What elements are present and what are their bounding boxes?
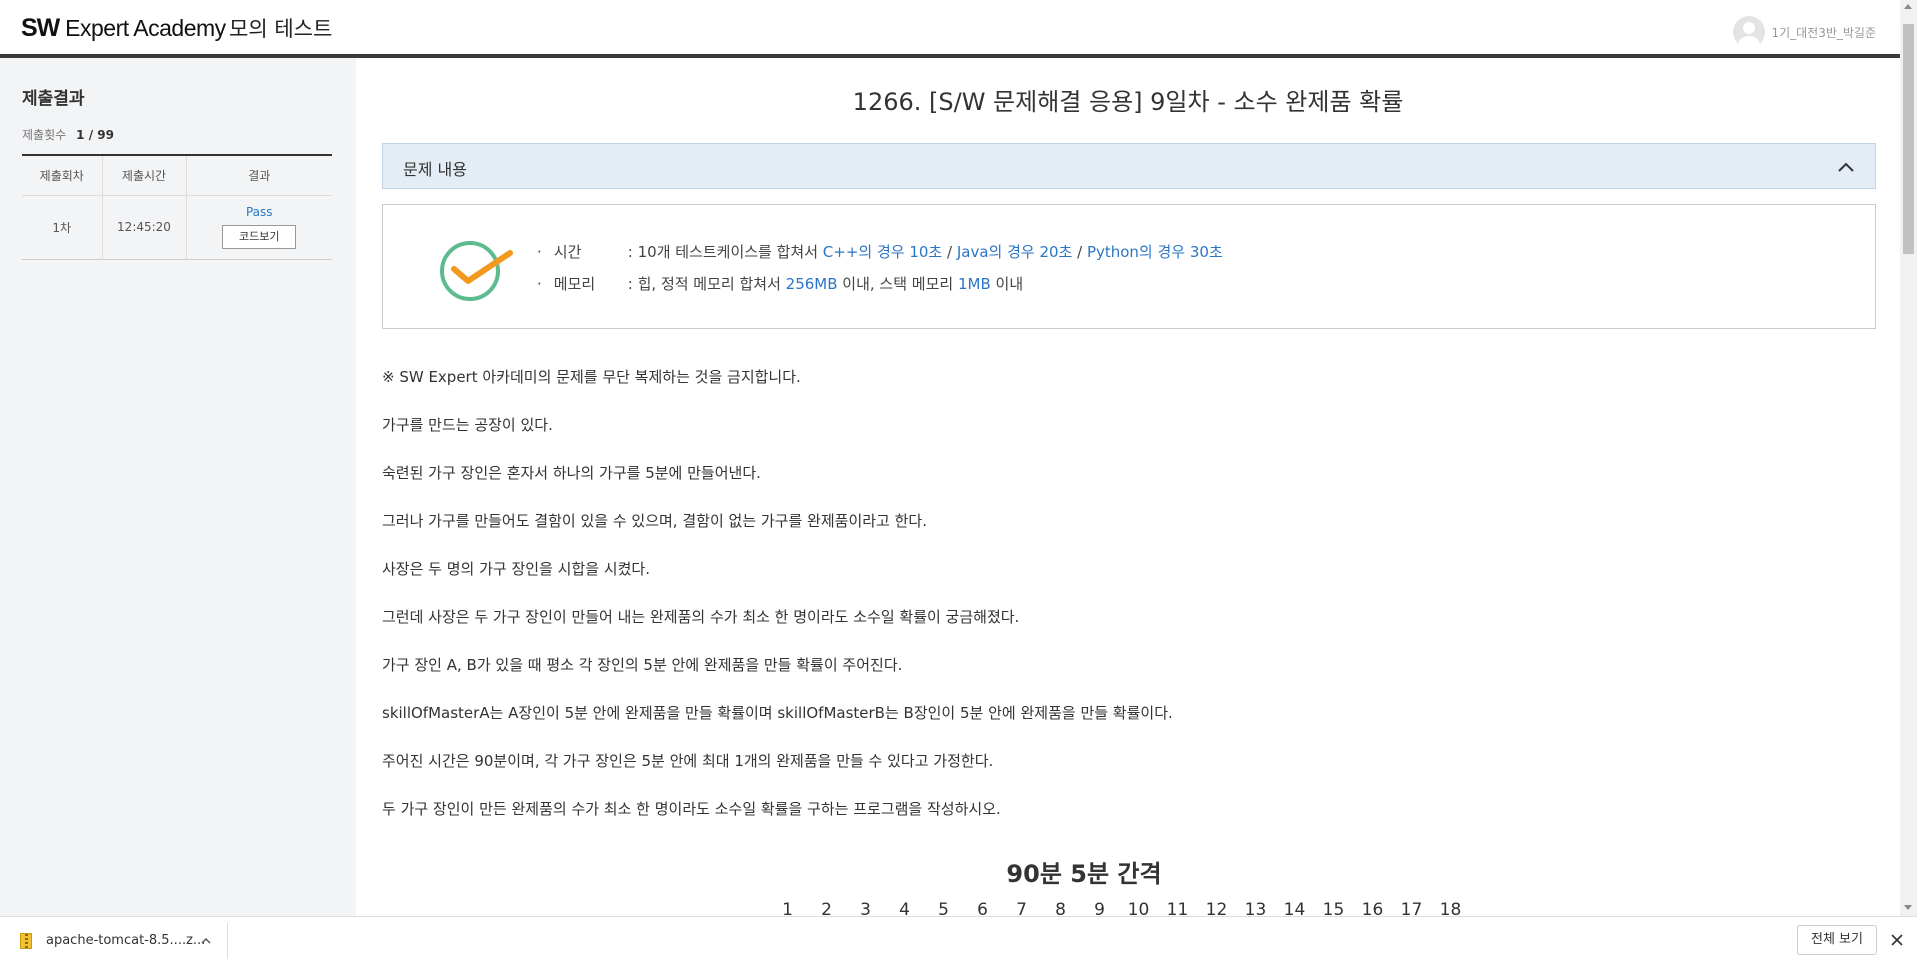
submission-sidebar: 제출결과 제출횟수 1 / 99 제출회차 제출시간 결과 1차 12:45:20… (0, 58, 356, 916)
submission-count: 제출횟수 1 / 99 (22, 128, 114, 142)
interval-number: 2 (821, 900, 832, 916)
problem-paragraph: 그런데 사장은 두 가구 장인이 만들어 내는 완제품의 수가 최소 한 명이라… (382, 608, 1020, 626)
interval-number: 4 (899, 900, 910, 916)
top-header: SW Expert Academy 모의 테스트 1기_대전3반_박길준 (0, 0, 1900, 58)
interval-number: 6 (977, 900, 988, 916)
avatar (1733, 16, 1766, 48)
scroll-up-icon[interactable] (1904, 4, 1912, 9)
problem-paragraph: 사장은 두 명의 가구 장인을 시합을 시켰다. (382, 560, 650, 578)
user-menu[interactable]: 1기_대전3반_박길준 (1733, 16, 1876, 48)
column-header-round: 제출회차 (22, 155, 103, 196)
check-circle-icon (440, 241, 513, 301)
figure-title: 90분 5분 간격 (1006, 860, 1162, 888)
view-code-button[interactable]: 코드보기 (222, 225, 297, 249)
interval-number: 18 (1439, 900, 1462, 916)
interval-number: 16 (1361, 900, 1384, 916)
problem-paragraph: 숙련된 가구 장인은 혼자서 하나의 가구를 5분에 만들어낸다. (382, 464, 761, 482)
interval-number: 12 (1205, 900, 1228, 916)
interval-number: 3 (860, 900, 871, 916)
problem-title: 1266. [S/W 문제해결 응용] 9일차 - 소수 완제품 확률 (852, 88, 1404, 116)
problem-paragraph: 가구 장인 A, B가 있을 때 평소 각 장인의 5분 안에 완제품을 만들 … (382, 656, 903, 674)
problem-section-toggle[interactable]: 문제 내용 (382, 143, 1876, 189)
show-all-downloads-button[interactable]: 전체 보기 (1797, 925, 1877, 955)
submission-time: 12:45:20 (102, 195, 187, 259)
download-item[interactable]: apache-tomcat-8.5....z... (14, 923, 228, 959)
problem-paragraph: 가구를 만드는 공장이 있다. (382, 416, 553, 434)
problem-paragraph: ※ SW Expert 아카데미의 문제를 무단 복제하는 것을 금지합니다. (382, 368, 801, 386)
column-header-time: 제출시간 (102, 155, 187, 196)
section-label: 문제 내용 (403, 160, 467, 179)
interval-number: 10 (1127, 900, 1150, 916)
interval-number: 15 (1322, 900, 1345, 916)
table-row: 1차 12:45:20 Pass 코드보기 (22, 195, 332, 259)
download-file-name: apache-tomcat-8.5....z... (46, 933, 206, 948)
scroll-thumb[interactable] (1903, 24, 1914, 254)
interval-number: 17 (1400, 900, 1423, 916)
problem-paragraph: skillOfMasterA는 A장인이 5분 안에 완제품을 만들 확률이며 … (382, 704, 1173, 722)
user-name: 1기_대전3반_박길준 (1771, 25, 1876, 40)
interval-number: 11 (1166, 900, 1189, 916)
submission-result-cell: Pass 코드보기 (186, 195, 332, 259)
interval-number: 9 (1094, 900, 1105, 916)
problem-paragraph: 주어진 시간은 90분이며, 각 가구 장인은 5분 안에 최대 1개의 완제품… (382, 752, 994, 770)
limits-box: · 시간: 10개 테스트케이스를 합쳐서 C++의 경우 10초 / Java의… (382, 204, 1876, 329)
chevron-up-icon[interactable] (200, 935, 212, 947)
sidebar-title: 제출결과 (22, 89, 85, 109)
interval-number: 8 (1055, 900, 1066, 916)
result-status: Pass (245, 205, 273, 219)
mode-title: 모의 테스트 (229, 17, 333, 41)
chevron-up-icon (1838, 162, 1854, 172)
zip-file-icon (20, 933, 32, 949)
problem-paragraph: 두 가구 장인이 만든 완제품의 수가 최소 한 명이라도 소수일 확률을 구하… (382, 800, 1001, 818)
problem-content: 1266. [S/W 문제해결 응용] 9일차 - 소수 완제품 확률 문제 내… (356, 58, 1900, 916)
time-limit: · 시간: 10개 테스트케이스를 합쳐서 C++의 경우 10초 / Java의… (537, 243, 1223, 261)
site-logo[interactable]: SW Expert Academy (21, 14, 226, 43)
interval-numbers: 1 2 3 4 5 6 7 8 9 10 11 12 13 14 15 16 1… (768, 900, 1470, 916)
problem-paragraph: 그러나 가구를 만들어도 결함이 있을 수 있으며, 결함이 없는 가구를 완제… (382, 512, 927, 530)
interval-number: 5 (938, 900, 949, 916)
submission-round: 1차 (22, 195, 103, 259)
interval-number: 1 (782, 900, 793, 916)
close-icon[interactable] (1889, 932, 1905, 948)
column-header-result: 결과 (186, 155, 332, 196)
submission-table: 제출회차 제출시간 결과 1차 12:45:20 Pass 코드보기 (22, 154, 332, 260)
interval-number: 14 (1283, 900, 1306, 916)
scroll-down-icon[interactable] (1904, 905, 1912, 910)
page-scrollbar[interactable] (1900, 0, 1917, 916)
memory-limit: · 메모리: 힙, 정적 메모리 합쳐서 256MB 이내, 스택 메모리 1MB… (537, 275, 1024, 293)
interval-number: 7 (1016, 900, 1027, 916)
interval-number: 13 (1244, 900, 1267, 916)
download-bar: apache-tomcat-8.5....z... 전체 보기 (0, 916, 1917, 962)
